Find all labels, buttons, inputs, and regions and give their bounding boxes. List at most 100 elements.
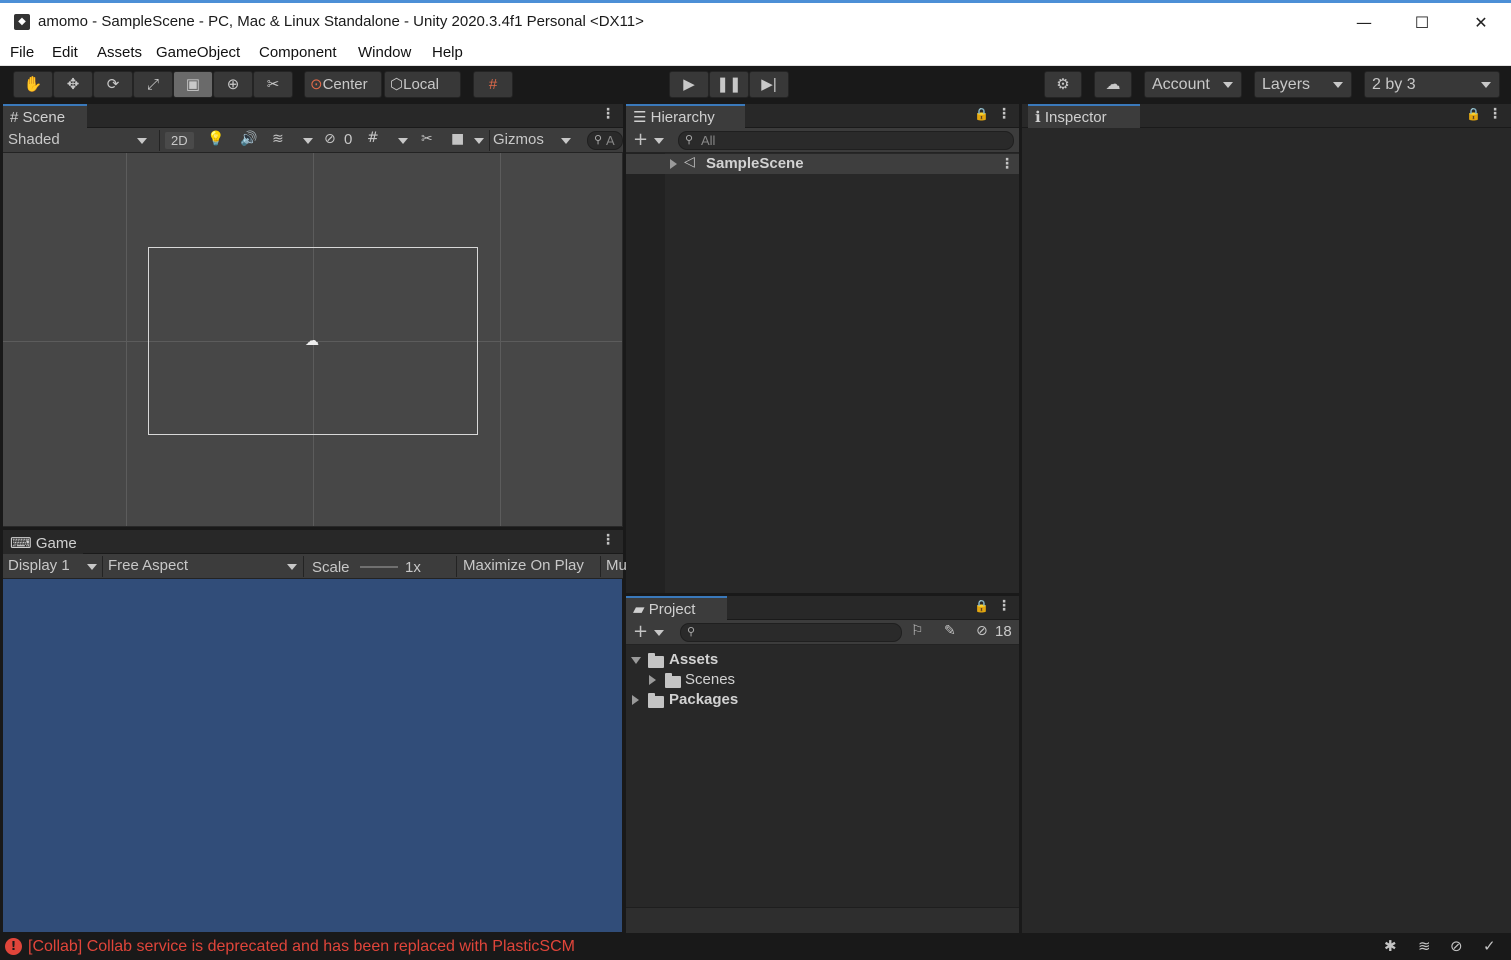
tree-item-packages[interactable]: Packages bbox=[669, 691, 738, 708]
chevron-down-icon[interactable] bbox=[398, 138, 408, 144]
effects-icon[interactable]: ≋ bbox=[272, 131, 284, 147]
project-footer bbox=[626, 907, 1019, 933]
more-icon[interactable]: ⋮ bbox=[997, 598, 1011, 614]
transform-tool-icon[interactable]: ⊕ bbox=[213, 71, 253, 98]
play-button[interactable]: ▶ bbox=[669, 71, 709, 98]
chevron-down-icon[interactable] bbox=[303, 138, 313, 144]
expand-arrow-icon[interactable] bbox=[649, 675, 656, 685]
bug-icon[interactable]: ✱ bbox=[1384, 937, 1397, 955]
pivot-center-button[interactable]: ⊙Center bbox=[304, 71, 382, 98]
custom-tool-icon[interactable]: ✂ bbox=[253, 71, 293, 98]
game-viewport[interactable] bbox=[3, 579, 622, 932]
more-icon[interactable]: ⋮ bbox=[997, 106, 1011, 122]
account-dropdown[interactable]: Account bbox=[1144, 71, 1242, 98]
draw-mode-dropdown[interactable]: Shaded bbox=[8, 131, 60, 148]
space-local-button[interactable]: ⬡Local bbox=[384, 71, 461, 98]
collapse-arrow-icon[interactable] bbox=[631, 657, 641, 664]
tab-scene[interactable]: # Scene bbox=[3, 104, 87, 128]
lock-icon[interactable]: 🔒 bbox=[974, 599, 989, 613]
scale-tool-icon[interactable]: ⤢ bbox=[133, 71, 173, 98]
mute-audio-toggle[interactable]: Mu bbox=[606, 557, 627, 574]
cloud-icon[interactable]: ☁ bbox=[1094, 71, 1132, 98]
project-panel: ▰ Project 🔒 ⋮ + ⚲ ⚐ ✎ ⊘ 18 Assets Scenes… bbox=[626, 596, 1019, 933]
check-icon[interactable]: ✓ bbox=[1483, 937, 1496, 955]
pause-button[interactable]: ❚❚ bbox=[709, 71, 749, 98]
chevron-down-icon[interactable] bbox=[654, 138, 664, 144]
pivot-icon: ⊙ bbox=[310, 76, 323, 93]
maximize-on-play-toggle[interactable]: Maximize On Play bbox=[463, 557, 584, 574]
search-icon: ⚲ bbox=[685, 134, 694, 146]
grid-snap-icon[interactable]: # bbox=[473, 71, 513, 98]
aspect-dropdown[interactable]: Free Aspect bbox=[108, 557, 188, 574]
layout-dropdown[interactable]: 2 by 3 bbox=[1364, 71, 1500, 98]
tab-inspector[interactable]: ℹ Inspector bbox=[1028, 104, 1140, 128]
lock-icon[interactable]: 🔒 bbox=[974, 107, 989, 121]
status-message[interactable]: [Collab] Collab service is deprecated an… bbox=[28, 938, 575, 956]
info-icon: ℹ bbox=[1035, 109, 1041, 126]
hierarchy-row-samplescene[interactable]: ◁ SampleScene ⋮ bbox=[626, 154, 1019, 174]
step-button[interactable]: ▶| bbox=[749, 71, 789, 98]
more-icon[interactable]: ⋮ bbox=[1000, 156, 1014, 172]
rotate-tool-icon[interactable]: ⟳ bbox=[93, 71, 133, 98]
tree-item-assets[interactable]: Assets bbox=[669, 651, 718, 668]
scene-viewport[interactable]: ☁ bbox=[3, 153, 622, 526]
menu-assets[interactable]: Assets bbox=[97, 44, 142, 61]
title-bar: ◆ amomo - SampleScene - PC, Mac & Linux … bbox=[0, 0, 1511, 42]
scene-search-input[interactable]: ⚲ A bbox=[587, 131, 623, 150]
filter-by-label-icon[interactable]: ✎ bbox=[944, 623, 956, 639]
status-bar: ! [Collab] Collab service is deprecated … bbox=[0, 933, 1511, 960]
hidden-packages-icon[interactable]: ⊘ bbox=[976, 623, 988, 639]
inspector-tabbar: ℹ Inspector 🔒 ⋮ bbox=[1022, 104, 1511, 128]
lighting-icon[interactable]: 💡 bbox=[207, 131, 224, 147]
auto-generate-lighting-icon[interactable]: ⊘ bbox=[1450, 937, 1463, 955]
display-dropdown[interactable]: Display 1 bbox=[8, 557, 70, 574]
project-search-input[interactable]: ⚲ bbox=[680, 623, 902, 642]
more-icon[interactable]: ⋮ bbox=[601, 532, 615, 548]
rect-tool-icon[interactable]: ▣ bbox=[173, 71, 213, 98]
menu-file[interactable]: File bbox=[10, 44, 34, 61]
menu-window[interactable]: Window bbox=[358, 44, 411, 61]
audio-icon[interactable]: 🔊 bbox=[240, 131, 257, 147]
cache-icon[interactable]: ≋ bbox=[1418, 937, 1431, 955]
move-tool-icon[interactable]: ✥ bbox=[53, 71, 93, 98]
tools-icon[interactable]: ✂ bbox=[421, 131, 433, 147]
tab-hierarchy[interactable]: ☰ Hierarchy bbox=[626, 104, 745, 128]
add-icon[interactable]: + bbox=[633, 621, 648, 642]
tab-project[interactable]: ▰ Project bbox=[626, 596, 727, 620]
chevron-down-icon[interactable] bbox=[654, 630, 664, 636]
chevron-down-icon bbox=[1223, 82, 1233, 88]
hierarchy-search-input[interactable]: ⚲ All bbox=[678, 131, 1014, 150]
menu-edit[interactable]: Edit bbox=[52, 44, 78, 61]
tree-item-scenes[interactable]: Scenes bbox=[685, 671, 735, 688]
scale-slider[interactable] bbox=[360, 566, 398, 568]
menu-gameobject[interactable]: GameObject bbox=[156, 44, 240, 61]
minimize-button[interactable]: — bbox=[1341, 9, 1387, 37]
menu-help[interactable]: Help bbox=[432, 44, 463, 61]
layers-dropdown[interactable]: Layers bbox=[1254, 71, 1352, 98]
camera-icon[interactable]: ■ bbox=[451, 131, 464, 147]
expand-arrow-icon[interactable] bbox=[632, 695, 639, 705]
tab-game[interactable]: ⌨ Game bbox=[3, 530, 83, 554]
search-icon: ⚲ bbox=[687, 626, 696, 638]
add-icon[interactable]: + bbox=[633, 129, 648, 150]
maximize-button[interactable]: ☐ bbox=[1399, 9, 1445, 37]
chevron-down-icon[interactable] bbox=[474, 138, 484, 144]
hand-tool-icon[interactable]: ✋ bbox=[13, 71, 53, 98]
grid-visibility-icon[interactable]: # bbox=[367, 130, 379, 146]
hidden-objects-icon[interactable]: ⊘ bbox=[324, 131, 336, 147]
scene-tabbar: # Scene ⋮ bbox=[3, 104, 623, 128]
mode-2d-button[interactable]: 2D bbox=[165, 132, 194, 149]
filter-by-type-icon[interactable]: ⚐ bbox=[911, 623, 924, 639]
more-icon[interactable]: ⋮ bbox=[1488, 106, 1502, 122]
camera-gizmo-icon[interactable]: ☁ bbox=[305, 333, 319, 349]
more-icon[interactable]: ⋮ bbox=[601, 106, 615, 122]
collab-icon[interactable]: ⚙ bbox=[1044, 71, 1082, 98]
close-button[interactable]: ✕ bbox=[1458, 9, 1504, 37]
chevron-down-icon[interactable] bbox=[561, 138, 571, 144]
folder-icon: ▰ bbox=[633, 601, 645, 618]
gizmos-dropdown[interactable]: Gizmos bbox=[493, 131, 544, 148]
expand-arrow-icon[interactable] bbox=[670, 159, 677, 169]
lock-icon[interactable]: 🔒 bbox=[1466, 107, 1481, 121]
hierarchy-gutter bbox=[626, 153, 665, 593]
menu-component[interactable]: Component bbox=[259, 44, 337, 61]
